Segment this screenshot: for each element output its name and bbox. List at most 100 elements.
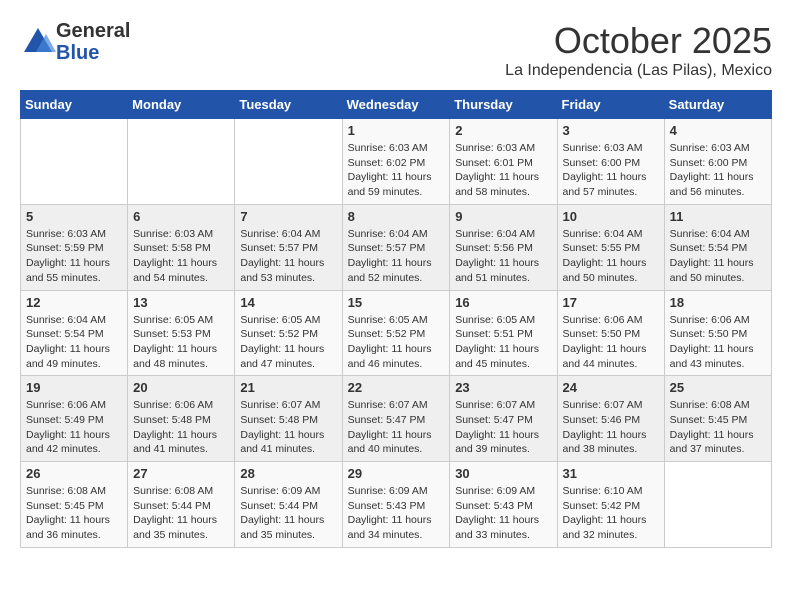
day-info: Sunrise: 6:07 AMSunset: 5:47 PMDaylight:… — [455, 398, 551, 457]
weekday-header-sunday: Sunday — [21, 91, 128, 119]
calendar-cell: 15Sunrise: 6:05 AMSunset: 5:52 PMDayligh… — [342, 290, 450, 376]
day-info: Sunrise: 6:05 AMSunset: 5:51 PMDaylight:… — [455, 313, 551, 372]
calendar-header: SundayMondayTuesdayWednesdayThursdayFrid… — [21, 91, 772, 119]
calendar-cell: 18 Sunrise: 6:06 AMSunset: 5:50 PMDayligh… — [664, 290, 771, 376]
weekday-header-friday: Friday — [557, 91, 664, 119]
day-number: 25 — [670, 380, 766, 395]
day-number: 26 — [26, 466, 122, 481]
day-info: Sunrise: 6:09 AMSunset: 5:44 PMDaylight:… — [240, 484, 336, 543]
weekday-header-wednesday: Wednesday — [342, 91, 450, 119]
calendar-cell — [128, 119, 235, 205]
logo-icon — [20, 24, 56, 60]
calendar-subtitle: La Independencia (Las Pilas), Mexico — [505, 62, 772, 80]
day-number: 28 — [240, 466, 336, 481]
day-info: Sunrise: 6:04 AMSunset: 5:56 PMDaylight:… — [455, 227, 551, 286]
day-info: Sunrise: 6:08 AMSunset: 5:45 PMDaylight:… — [670, 398, 766, 457]
day-number: 18 — [670, 295, 766, 310]
calendar-cell: 12 Sunrise: 6:04 AMSunset: 5:54 PMDayligh… — [21, 290, 128, 376]
calendar-cell: 13 Sunrise: 6:05 AMSunset: 5:53 PMDayligh… — [128, 290, 235, 376]
calendar-cell: 9Sunrise: 6:04 AMSunset: 5:56 PMDaylight… — [450, 204, 557, 290]
day-info: Sunrise: 6:07 AMSunset: 5:47 PMDaylight:… — [348, 398, 445, 457]
weekday-header-row: SundayMondayTuesdayWednesdayThursdayFrid… — [21, 91, 772, 119]
day-info: Sunrise: 6:09 AMSunset: 5:43 PMDaylight:… — [455, 484, 551, 543]
calendar-cell: 4 Sunrise: 6:03 AMSunset: 6:00 PMDaylight… — [664, 119, 771, 205]
calendar-cell: 11Sunrise: 6:04 AMSunset: 5:54 PMDayligh… — [664, 204, 771, 290]
calendar-week-row: 5Sunrise: 6:03 AMSunset: 5:59 PMDaylight… — [21, 204, 772, 290]
calendar-cell: 31 Sunrise: 6:10 AMSunset: 5:42 PMDayligh… — [557, 462, 664, 548]
day-number: 7 — [240, 209, 336, 224]
day-number: 16 — [455, 295, 551, 310]
day-info: Sunrise: 6:09 AMSunset: 5:43 PMDaylight:… — [348, 484, 445, 543]
day-info: Sunrise: 6:06 AMSunset: 5:50 PMDaylight:… — [563, 313, 659, 372]
day-info: Sunrise: 6:03 AMSunset: 6:00 PMDaylight:… — [563, 141, 659, 200]
day-info: Sunrise: 6:08 AMSunset: 5:44 PMDaylight:… — [133, 484, 229, 543]
calendar-body: 1 Sunrise: 6:03 AMSunset: 6:02 PMDaylight… — [21, 119, 772, 548]
day-number: 1 — [348, 123, 445, 138]
calendar-cell: 17 Sunrise: 6:06 AMSunset: 5:50 PMDayligh… — [557, 290, 664, 376]
day-info: Sunrise: 6:06 AMSunset: 5:48 PMDaylight:… — [133, 398, 229, 457]
calendar-week-row: 1 Sunrise: 6:03 AMSunset: 6:02 PMDaylight… — [21, 119, 772, 205]
day-number: 19 — [26, 380, 122, 395]
day-info: Sunrise: 6:03 AMSunset: 6:02 PMDaylight:… — [348, 141, 445, 200]
day-number: 13 — [133, 295, 229, 310]
day-number: 12 — [26, 295, 122, 310]
calendar-cell: 20Sunrise: 6:06 AMSunset: 5:48 PMDayligh… — [128, 376, 235, 462]
day-info: Sunrise: 6:05 AMSunset: 5:52 PMDaylight:… — [348, 313, 445, 372]
calendar-cell: 2 Sunrise: 6:03 AMSunset: 6:01 PMDaylight… — [450, 119, 557, 205]
day-number: 4 — [670, 123, 766, 138]
day-number: 29 — [348, 466, 445, 481]
day-info: Sunrise: 6:04 AMSunset: 5:57 PMDaylight:… — [348, 227, 445, 286]
calendar-cell: 22Sunrise: 6:07 AMSunset: 5:47 PMDayligh… — [342, 376, 450, 462]
calendar-cell: 23 Sunrise: 6:07 AMSunset: 5:47 PMDayligh… — [450, 376, 557, 462]
day-info: Sunrise: 6:06 AMSunset: 5:50 PMDaylight:… — [670, 313, 766, 372]
day-info: Sunrise: 6:10 AMSunset: 5:42 PMDaylight:… — [563, 484, 659, 543]
calendar-cell: 28 Sunrise: 6:09 AMSunset: 5:44 PMDayligh… — [235, 462, 342, 548]
day-info: Sunrise: 6:04 AMSunset: 5:54 PMDaylight:… — [26, 313, 122, 372]
calendar-cell: 5Sunrise: 6:03 AMSunset: 5:59 PMDaylight… — [21, 204, 128, 290]
day-number: 30 — [455, 466, 551, 481]
calendar-cell: 27 Sunrise: 6:08 AMSunset: 5:44 PMDayligh… — [128, 462, 235, 548]
calendar-week-row: 26 Sunrise: 6:08 AMSunset: 5:45 PMDayligh… — [21, 462, 772, 548]
day-number: 3 — [563, 123, 659, 138]
day-info: Sunrise: 6:03 AMSunset: 5:59 PMDaylight:… — [26, 227, 122, 286]
day-number: 11 — [670, 209, 766, 224]
day-number: 27 — [133, 466, 229, 481]
logo-blue: Blue — [56, 42, 130, 64]
calendar-cell: 1 Sunrise: 6:03 AMSunset: 6:02 PMDaylight… — [342, 119, 450, 205]
day-info: Sunrise: 6:04 AMSunset: 5:55 PMDaylight:… — [563, 227, 659, 286]
day-number: 24 — [563, 380, 659, 395]
day-number: 21 — [240, 380, 336, 395]
day-number: 31 — [563, 466, 659, 481]
day-number: 17 — [563, 295, 659, 310]
calendar-table: SundayMondayTuesdayWednesdayThursdayFrid… — [20, 90, 772, 548]
day-info: Sunrise: 6:07 AMSunset: 5:46 PMDaylight:… — [563, 398, 659, 457]
weekday-header-tuesday: Tuesday — [235, 91, 342, 119]
day-info: Sunrise: 6:05 AMSunset: 5:52 PMDaylight:… — [240, 313, 336, 372]
calendar-cell: 25 Sunrise: 6:08 AMSunset: 5:45 PMDayligh… — [664, 376, 771, 462]
day-number: 6 — [133, 209, 229, 224]
calendar-cell — [664, 462, 771, 548]
day-info: Sunrise: 6:08 AMSunset: 5:45 PMDaylight:… — [26, 484, 122, 543]
day-info: Sunrise: 6:03 AMSunset: 6:01 PMDaylight:… — [455, 141, 551, 200]
calendar-cell: 21 Sunrise: 6:07 AMSunset: 5:48 PMDayligh… — [235, 376, 342, 462]
day-number: 8 — [348, 209, 445, 224]
day-info: Sunrise: 6:03 AMSunset: 6:00 PMDaylight:… — [670, 141, 766, 200]
day-info: Sunrise: 6:07 AMSunset: 5:48 PMDaylight:… — [240, 398, 336, 457]
day-info: Sunrise: 6:05 AMSunset: 5:53 PMDaylight:… — [133, 313, 229, 372]
calendar-cell: 7Sunrise: 6:04 AMSunset: 5:57 PMDaylight… — [235, 204, 342, 290]
calendar-cell — [235, 119, 342, 205]
calendar-cell — [21, 119, 128, 205]
calendar-cell: 8 Sunrise: 6:04 AMSunset: 5:57 PMDaylight… — [342, 204, 450, 290]
weekday-header-thursday: Thursday — [450, 91, 557, 119]
title-area: October 2025 La Independencia (Las Pilas… — [505, 20, 772, 80]
logo-general: General — [56, 20, 130, 42]
calendar-title: October 2025 — [505, 20, 772, 62]
day-number: 10 — [563, 209, 659, 224]
day-number: 23 — [455, 380, 551, 395]
day-number: 2 — [455, 123, 551, 138]
logo: General Blue — [20, 20, 130, 64]
calendar-cell: 10 Sunrise: 6:04 AMSunset: 5:55 PMDayligh… — [557, 204, 664, 290]
calendar-cell: 26 Sunrise: 6:08 AMSunset: 5:45 PMDayligh… — [21, 462, 128, 548]
day-number: 14 — [240, 295, 336, 310]
calendar-cell: 16 Sunrise: 6:05 AMSunset: 5:51 PMDayligh… — [450, 290, 557, 376]
